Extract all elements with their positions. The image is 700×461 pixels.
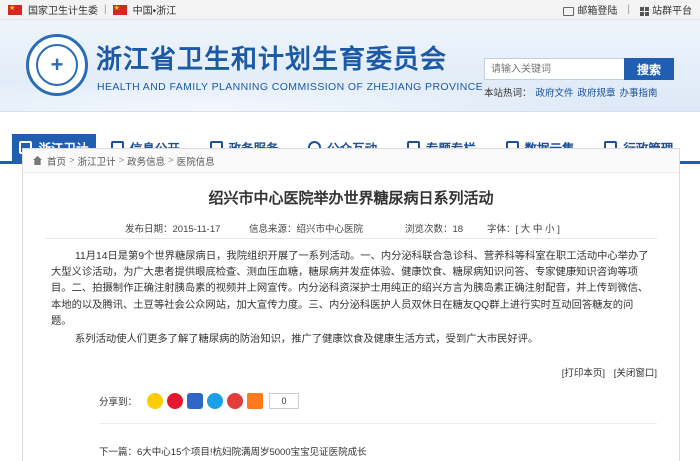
search-input[interactable] xyxy=(484,58,624,80)
hot-term-link[interactable]: 政府文件 xyxy=(536,88,574,99)
site-header: + 浙江省卫生和计划生育委员会 HEALTH AND FAMILY PLANNI… xyxy=(0,20,700,112)
print-page-link[interactable]: [打印本页] xyxy=(562,368,605,379)
tencent-weibo-icon[interactable] xyxy=(207,393,224,409)
home-icon xyxy=(33,156,42,165)
qzone-star-icon[interactable] xyxy=(147,393,164,409)
article-paragraph: 系列活动使人们更多了解了糖尿病的防治知识，推广了健康饮食及健康生活方式，受到广大… xyxy=(75,334,539,346)
site-subtitle: HEALTH AND FAMILY PLANNING COMMISSION OF… xyxy=(97,81,484,93)
share-bar: 分享到： 0 xyxy=(99,393,300,409)
share-count: 0 xyxy=(269,393,300,409)
breadcrumb-link[interactable]: 首页 xyxy=(47,154,66,168)
hot-term-link[interactable]: 政府规章 xyxy=(578,88,616,99)
view-count: 浏览次数：18 xyxy=(405,224,464,235)
search-button[interactable]: 搜索 xyxy=(624,58,674,80)
hot-term-link[interactable]: 办事指南 xyxy=(620,88,658,99)
publish-date: 发布日期：2015-11-17 xyxy=(125,224,221,235)
breadcrumb: 首页 > 浙江卫计 > 政务信息 > 医院信息 xyxy=(23,149,679,173)
font-size-selector[interactable]: 字体：[ 大 中 小 ] xyxy=(487,221,560,235)
next-article-link[interactable]: 下一篇：6大中心15个项目!杭妇院满周岁5000宝宝见证医院成长 xyxy=(99,444,367,458)
close-window-link[interactable]: [关闭窗口] xyxy=(614,368,657,379)
top-link-nhfpc[interactable]: 国家卫生计生委 xyxy=(28,2,98,17)
top-bar: 国家卫生计生委 | 中国•浙江 邮箱登陆 | 站群平台 xyxy=(0,0,700,20)
flag-icon xyxy=(112,4,127,15)
site-title[interactable]: 浙江省卫生和计划生育委员会 xyxy=(96,39,447,76)
breadcrumb-link[interactable]: 医院信息 xyxy=(177,154,215,168)
mail-icon xyxy=(563,6,575,16)
breadcrumb-link[interactable]: 浙江卫计 xyxy=(78,154,116,168)
flag-icon xyxy=(8,4,22,15)
site-group-link[interactable]: 站群平台 xyxy=(640,2,692,17)
renren-icon[interactable] xyxy=(187,393,204,409)
share-label: 分享到： xyxy=(99,397,138,408)
weibo-icon[interactable] xyxy=(167,393,184,409)
article-body: 11月14日是第9个世界糖尿病日，我院组织开展了一系列活动。一、内分泌科联合急诊… xyxy=(23,249,679,348)
more-share-icon[interactable] xyxy=(247,393,264,409)
breadcrumb-link[interactable]: 政务信息 xyxy=(127,154,165,168)
kaixin-icon[interactable] xyxy=(227,393,244,409)
mail-login-link[interactable]: 邮箱登陆 xyxy=(563,2,617,17)
info-source: 信息来源：绍兴市中心医院 xyxy=(249,224,364,235)
search-box: 搜索 xyxy=(484,58,674,80)
commission-emblem-icon[interactable]: + xyxy=(26,34,88,96)
hot-terms: 本站热词： 政府文件 政府规章 办事指南 xyxy=(484,88,658,99)
top-link-zhejiang[interactable]: 中国•浙江 xyxy=(133,2,177,17)
grid-icon xyxy=(640,6,649,16)
print-close-row: [打印本页] [关闭窗口] xyxy=(562,365,657,379)
article-card: 首页 > 浙江卫计 > 政务信息 > 医院信息 绍兴市中心医院举办世界糖尿病日系列活动… xyxy=(22,148,680,461)
article-title: 绍兴市中心医院举办世界糖尿病日系列活动 xyxy=(208,189,494,207)
article-meta: 发布日期：2015-11-17 信息来源：绍兴市中心医院 浏览次数：18 字体：… xyxy=(45,219,657,239)
article-paragraph: 11月14日是第9个世界糖尿病日，我院组织开展了一系列活动。一、内分泌科联合急诊… xyxy=(51,251,649,327)
